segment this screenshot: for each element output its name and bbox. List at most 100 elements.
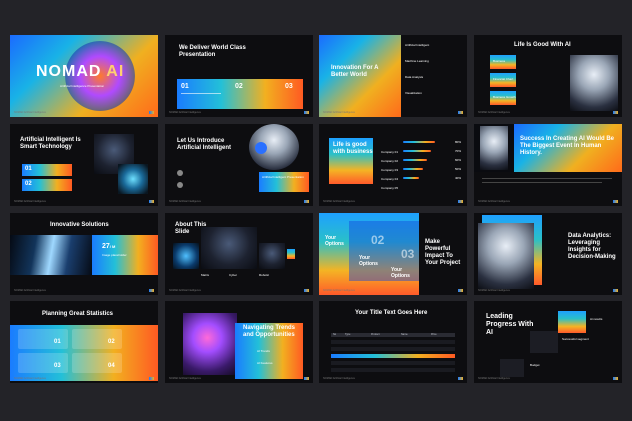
table-row	[331, 340, 455, 344]
percent-label: 40%	[454, 176, 461, 180]
slide-thumbnail-10[interactable]: About This Slide Matrix Cyber Robotic NO…	[165, 213, 313, 295]
robot-image	[478, 223, 534, 289]
footer-logo-icon	[149, 289, 154, 292]
brand-subtitle: Artificial Intelligence Presentation	[60, 84, 105, 88]
footer-logo-icon	[458, 111, 463, 114]
progress-bar	[403, 150, 431, 152]
stat-number: 03	[54, 363, 61, 369]
number-02: 02	[25, 181, 32, 187]
slide-thumbnail-12[interactable]: Data Analytics: Leveraging Insights for …	[474, 213, 622, 295]
slide-thumbnail-4[interactable]: Life Is Good With AI Business Financial …	[474, 35, 622, 117]
caption-label: Matrix	[201, 273, 210, 277]
bullet-icon	[177, 182, 183, 188]
item-label: Financial Chart	[493, 77, 514, 81]
slide-title: Innovation For A Better World	[331, 65, 379, 78]
slide-title: Artificial Intelligent Is Smart Technolo…	[20, 137, 81, 150]
slide-thumbnail-15[interactable]: Your Title Text Goes Here No Type Produc…	[319, 301, 467, 383]
footer-logo-icon	[613, 289, 618, 292]
chart-card	[530, 331, 558, 353]
footer-logo-icon	[304, 200, 309, 203]
number-01: 01	[181, 83, 189, 90]
table-row	[331, 368, 455, 372]
slide-thumbnail-9[interactable]: Innovative Solutions 27/ M Image placeho…	[10, 213, 158, 295]
slide-footer: NOMAD Artificial Intelligence	[478, 200, 510, 203]
slide-thumbnail-11[interactable]: Your Options Your Options Your Options 0…	[319, 213, 467, 295]
text-lines	[181, 93, 221, 102]
slide-thumbnail-3[interactable]: Innovation For A Better World Artificial…	[319, 35, 467, 117]
slide-footer: NOMAD Artificial Intelligence	[169, 200, 201, 203]
option-label: Your Options	[325, 235, 344, 247]
percent-label: 80%	[454, 140, 461, 144]
progress-bar	[403, 168, 423, 170]
percent-label: 70%	[454, 149, 461, 153]
number-03: 03	[285, 83, 293, 90]
slide-title: We Deliver World Class Presentation	[179, 45, 246, 58]
slide-footer: NOMAD Artificial Intelligence	[169, 377, 201, 380]
city-image	[201, 227, 257, 269]
footer-logo-icon	[149, 377, 154, 380]
text-line	[482, 182, 602, 183]
caption-label: Robotic	[259, 273, 270, 277]
slide-thumbnail-6[interactable]: Let Us Introduce Artificial Intelligent …	[165, 124, 313, 206]
table-row	[331, 361, 455, 365]
slide-title: Life Is Good With AI	[514, 42, 571, 48]
slide-footer: NOMAD Artificial Intelligence	[478, 377, 510, 380]
slide-footer: NOMAD Artificial Intelligence	[169, 111, 201, 114]
option-label: Your Options	[359, 255, 378, 267]
column-header: No	[333, 333, 337, 336]
slide-title: Success In Creating AI Would Be The Bigg…	[520, 136, 615, 156]
chart-card	[500, 359, 524, 377]
data-table: No Type Product Name Price	[331, 333, 455, 377]
stat-value: 27/ M	[102, 243, 116, 250]
caption-label: Cyber	[229, 273, 238, 277]
progress-bar	[403, 177, 419, 179]
slide-thumbnail-1[interactable]: NOMAD AI Artificial Intelligence Present…	[10, 35, 158, 117]
number-01: 01	[25, 166, 32, 172]
slide-footer: NOMAD Artificial Intelligence	[478, 111, 510, 114]
progress-bar	[403, 141, 435, 143]
robot-image	[570, 55, 618, 111]
slide-thumbnail-14[interactable]: Navigating Trends and Opportunities AI T…	[165, 301, 313, 383]
number-03: 03	[401, 247, 415, 261]
footer-logo-icon	[613, 377, 618, 380]
slide-footer: NOMAD Artificial Intelligence	[14, 200, 46, 203]
slide-thumbnail-16[interactable]: Leading Progress With AI Ai results Succ…	[474, 301, 622, 383]
speed-image	[10, 235, 92, 275]
slide-footer: NOMAD Artificial Intelligence	[323, 200, 355, 203]
company-label: Company 05	[381, 186, 399, 190]
stat-label: Image placeholder	[102, 253, 127, 257]
table-header: No Type Product Name Price	[331, 333, 455, 337]
person-vr-image	[183, 313, 237, 375]
footer-logo-icon	[149, 200, 154, 203]
footer-logo-icon	[149, 111, 154, 114]
globe-image	[118, 164, 148, 194]
footer-logo-icon	[458, 289, 463, 292]
number-02: 02	[235, 83, 243, 90]
slide-thumbnail-2[interactable]: We Deliver World Class Presentation 01 0…	[165, 35, 313, 117]
table-row-highlight	[331, 354, 455, 358]
hand-image	[173, 243, 199, 269]
footer-logo-icon	[304, 289, 309, 292]
feature-item: Data Analysis	[405, 75, 424, 79]
feature-item: Machine Learning	[405, 59, 429, 63]
text-line	[482, 178, 612, 179]
slide-thumbnail-13[interactable]: Planning Great Statistics 01 02 03 04 NO…	[10, 301, 158, 383]
slide-footer: NOMAD Artificial Intelligence	[169, 289, 201, 292]
slide-thumbnail-8[interactable]: Success In Creating AI Would Be The Bigg…	[474, 124, 622, 206]
slide-footer: NOMAD Artificial Intelligence	[14, 377, 46, 380]
slide-title: Let Us Introduce Artificial Intelligent	[177, 138, 232, 151]
feature-item: Artificial Intelligent	[405, 43, 430, 47]
impact-heading: Make Powerful Impact To Your Project	[425, 239, 461, 266]
slide-footer: NOMAD Artificial Intelligence	[14, 289, 46, 292]
robot-image	[480, 126, 508, 170]
slide-thumbnail-7[interactable]: Life is good with business Company 01 80%…	[319, 124, 467, 206]
progress-list: Company 01 80% Company 02 70% Company 03 60…	[381, 140, 461, 190]
column-header: Product	[371, 333, 380, 336]
slide-thumbnail-5[interactable]: Artificial Intelligent Is Smart Technolo…	[10, 124, 158, 206]
column-header: Price	[431, 333, 437, 336]
bullet-icon	[177, 170, 183, 176]
progress-bar	[403, 159, 427, 161]
slide-title: Innovative Solutions	[50, 222, 109, 228]
chart-label: Ai results	[590, 317, 603, 321]
list-item: AI Trends	[257, 349, 270, 353]
